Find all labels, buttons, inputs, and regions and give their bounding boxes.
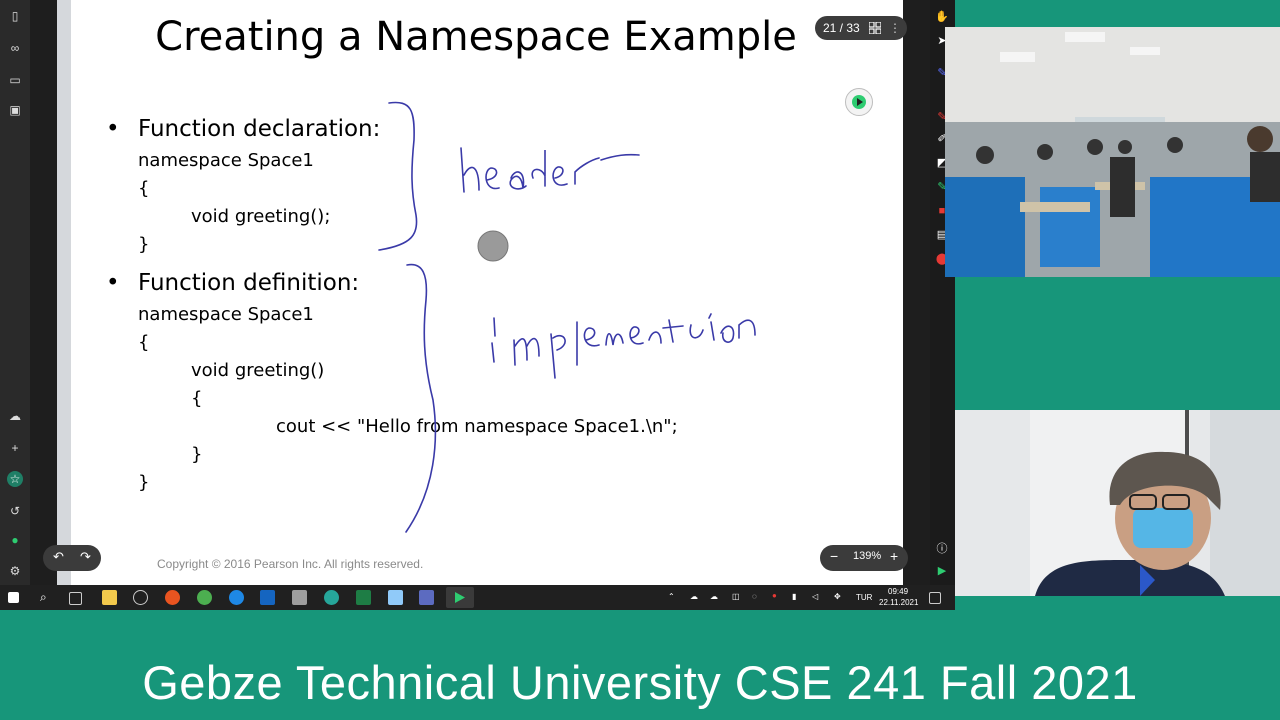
app-circle-icon[interactable] [133, 590, 148, 605]
onedrive-icon[interactable]: ☁ [690, 592, 698, 601]
ink-word-implementation [491, 313, 756, 379]
tray-app-icon[interactable]: ◌ [752, 592, 757, 601]
file-explorer-icon[interactable] [102, 590, 117, 605]
ink-brace-1 [378, 101, 418, 251]
grid-view-icon[interactable] [869, 22, 881, 34]
pointer-dot [477, 230, 509, 262]
mic-icon[interactable]: ▮ [792, 592, 796, 601]
volume-icon[interactable]: ◁ [812, 592, 818, 601]
excel-icon[interactable] [356, 590, 371, 605]
lecturer-image [955, 410, 1280, 596]
save-icon[interactable]: ▣ [7, 102, 23, 118]
info-icon[interactable]: ⓘ [935, 542, 949, 556]
app-gray-icon[interactable] [292, 590, 307, 605]
star-icon[interactable]: ☆ [7, 471, 23, 487]
cloud-icon[interactable]: ☁ [7, 408, 23, 424]
active-app-icon[interactable] [446, 587, 474, 608]
mail-icon[interactable] [260, 590, 275, 605]
play-button[interactable] [845, 88, 873, 116]
app-blue-icon[interactable] [388, 590, 403, 605]
task-view-icon[interactable] [69, 592, 82, 605]
tray-chevron-icon[interactable]: ⌃ [668, 592, 675, 601]
search-icon[interactable]: ⌕ [40, 590, 47, 605]
teams-icon[interactable] [419, 590, 434, 605]
ink-annotations [378, 101, 756, 533]
more-icon[interactable]: ⋮ [889, 16, 901, 40]
keyboard-icon[interactable]: ▭ [7, 72, 23, 88]
language-indicator[interactable]: TUR [856, 593, 872, 602]
hand-icon[interactable]: ✋ [935, 10, 949, 24]
classroom-webcam [945, 27, 1280, 277]
cloud-tray-icon[interactable]: ☁ [710, 592, 718, 601]
settings-icon[interactable]: ⚙ [7, 563, 23, 579]
undo-icon[interactable]: ↶ [53, 549, 64, 565]
copyright-text: Copyright © 2016 Pearson Inc. All rights… [157, 557, 424, 571]
classroom-image [945, 27, 1280, 277]
left-toolbar: ▯ ∞ ▭ ▣ ☁ + ☆ ↺ ● ⚙ [0, 0, 30, 585]
app-icon[interactable]: ● [7, 532, 23, 548]
redo-icon[interactable]: ↷ [80, 549, 91, 565]
lecturer-webcam [955, 410, 1280, 596]
clock-date: 22.11.2021 [879, 598, 919, 607]
ie-icon[interactable] [229, 590, 244, 605]
undo-redo-control: ↶ ↷ [43, 545, 101, 571]
edge-icon[interactable] [324, 590, 339, 605]
start-icon[interactable] [8, 592, 19, 603]
add-icon[interactable]: + [7, 440, 23, 456]
chrome-icon[interactable] [197, 590, 212, 605]
network-tray-icon[interactable]: ◫ [732, 592, 740, 601]
windows-taskbar: ⌕ ⌃ ☁ ☁ ◫ ◌ ● ▮ ◁ ✥ TUR 09:49 22.11.2021 [0, 585, 955, 610]
present-icon[interactable]: ▶ [935, 564, 949, 578]
play-icon [852, 95, 866, 109]
settings-tray-icon[interactable]: ✥ [834, 592, 841, 601]
slide-edge [57, 0, 71, 585]
pages-icon[interactable]: ▯ [7, 8, 23, 24]
zoom-level: 139% [853, 550, 882, 562]
slide: Creating a Namespace Example • Function … [71, 0, 903, 585]
shared-screen: ▯ ∞ ▭ ▣ ☁ + ☆ ↺ ● ⚙ Creating a Namespace… [0, 0, 955, 610]
clock-time: 09:49 [888, 587, 909, 596]
binoculars-icon[interactable]: ∞ [7, 40, 23, 56]
page-indicator[interactable]: 21 / 33 ⋮ [815, 16, 907, 40]
ink-brace-2 [405, 263, 437, 533]
tray-red-icon[interactable]: ● [772, 591, 777, 600]
zoom-control: − 139% + [820, 545, 908, 571]
zoom-out-icon[interactable]: − [830, 548, 838, 564]
course-caption: Gebze Technical University CSE 241 Fall … [142, 656, 1138, 709]
ubuntu-icon[interactable] [165, 590, 180, 605]
refresh-icon[interactable]: ↺ [7, 503, 23, 519]
notification-icon[interactable] [929, 592, 941, 604]
ink-word-header [460, 147, 640, 193]
zoom-in-icon[interactable]: + [890, 548, 898, 564]
page-number: 21 / 33 [823, 21, 860, 35]
